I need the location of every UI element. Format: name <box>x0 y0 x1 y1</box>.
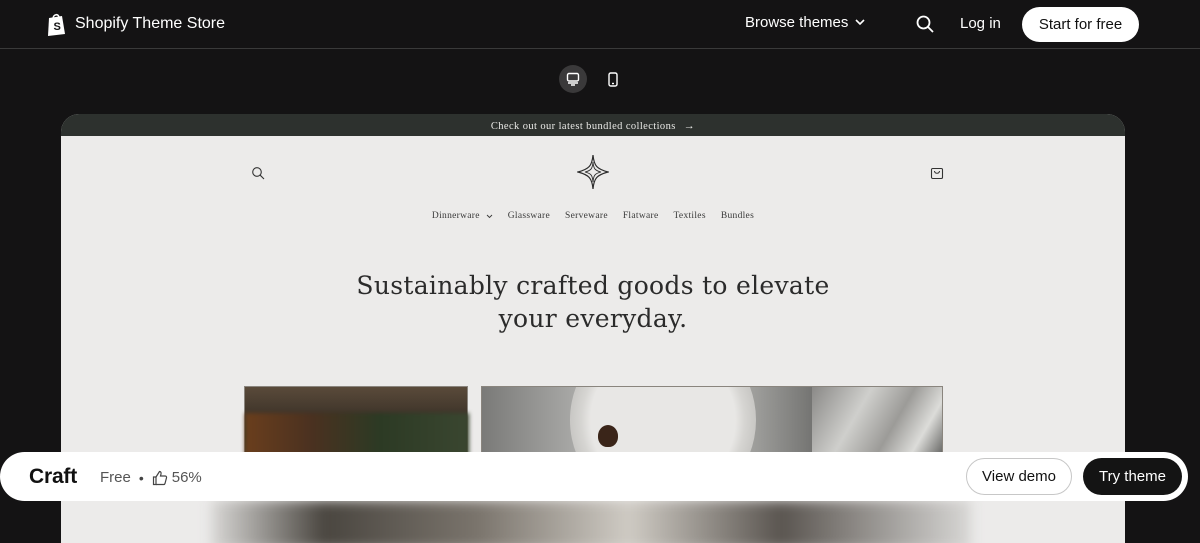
hero-line-1: Sustainably crafted goods to elevate <box>356 271 830 300</box>
svg-text:S: S <box>54 21 61 33</box>
login-link[interactable]: Log in <box>960 15 1001 32</box>
theme-meta: Free • 56% <box>100 469 202 486</box>
fig-photo <box>598 425 618 447</box>
brand-name: Shopify Theme Store <box>75 15 226 32</box>
shopify-bag-icon: S <box>48 13 65 36</box>
start-for-free-button[interactable]: Start for free <box>1022 7 1139 42</box>
store-nav-label: Flatware <box>622 211 659 221</box>
store-nav: Dinnerware Glassware Serveware Flatware … <box>61 211 1125 221</box>
separator-dot: • <box>138 469 144 486</box>
mobile-icon <box>608 71 618 87</box>
theme-price: Free <box>100 469 131 486</box>
store-search-icon[interactable] <box>251 166 265 180</box>
store-nav-bundles[interactable]: Bundles <box>721 211 754 221</box>
collection-image-right[interactable] <box>481 386 943 456</box>
chevron-down-icon <box>486 214 493 218</box>
store-nav-textiles[interactable]: Textiles <box>673 211 705 221</box>
store-nav-dinnerware[interactable]: Dinnerware <box>432 211 493 221</box>
theme-rating: 56% <box>171 469 202 486</box>
store-nav-label: Bundles <box>720 211 755 221</box>
cart-icon[interactable] <box>930 165 944 180</box>
search-icon[interactable] <box>915 14 935 34</box>
thumbs-up-icon <box>152 470 167 485</box>
browse-themes-menu[interactable]: Browse themes <box>745 14 865 31</box>
store-nav-glassware[interactable]: Glassware <box>508 211 550 221</box>
brand-link[interactable]: S Shopify Theme Store <box>46 12 225 36</box>
store-nav-label: Serveware <box>565 211 608 221</box>
mobile-preview-toggle[interactable] <box>599 65 627 93</box>
napkin-photo <box>812 387 942 455</box>
announcement-bar[interactable]: Check out our latest bundled collections… <box>61 114 1125 136</box>
announcement-text: Check out our latest bundled collections <box>490 120 676 132</box>
hero-line-2: your everyday. <box>498 304 688 333</box>
view-demo-button[interactable]: View demo <box>966 458 1072 495</box>
store-nav-label: Textiles <box>673 211 706 221</box>
theme-name: Craft <box>29 465 78 488</box>
store-nav-label: Glassware <box>507 211 551 221</box>
collection-image-left[interactable] <box>244 386 468 456</box>
plate-photo <box>570 387 756 455</box>
desktop-icon <box>566 72 580 86</box>
store-nav-flatware[interactable]: Flatware <box>623 211 659 221</box>
store-logo-icon[interactable] <box>577 154 609 190</box>
top-nav: S Shopify Theme Store Browse themes Log … <box>0 0 1200 49</box>
store-nav-label: Dinnerware <box>431 211 480 221</box>
arrow-right-icon: → <box>683 120 696 132</box>
try-theme-button[interactable]: Try theme <box>1083 458 1182 495</box>
store-nav-serveware[interactable]: Serveware <box>565 211 608 221</box>
theme-info-bar: Craft Free • 56% View demo Try theme <box>0 452 1188 501</box>
chevron-down-icon <box>855 19 865 26</box>
blurred-image-row <box>211 500 971 543</box>
hero-heading: Sustainably crafted goods to elevate you… <box>61 269 1125 335</box>
browse-themes-label: Browse themes <box>745 14 849 31</box>
desktop-preview-toggle[interactable] <box>559 65 587 93</box>
